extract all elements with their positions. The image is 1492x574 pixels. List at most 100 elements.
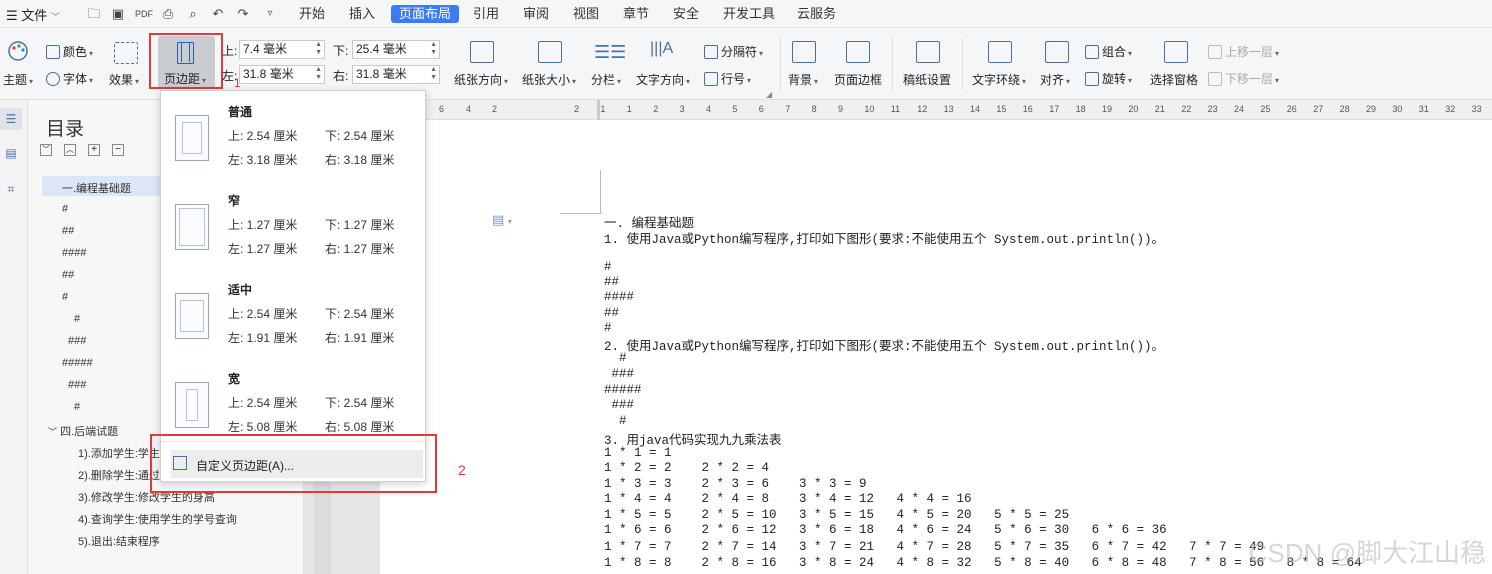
- theme-button[interactable]: 主题 ▾: [3, 71, 33, 88]
- ruler-number: 17: [1049, 104, 1060, 114]
- spinner-icon[interactable]: ▲ ▼: [430, 66, 437, 82]
- breaks-button[interactable]: 分隔符 ▾: [704, 43, 763, 60]
- colors-button[interactable]: 颜色 ▾: [46, 43, 93, 60]
- toc-item[interactable]: #: [62, 203, 68, 215]
- toc-item[interactable]: #####: [62, 357, 93, 369]
- align-button[interactable]: 对齐 ▾: [1040, 71, 1070, 88]
- add-item-icon[interactable]: +: [88, 144, 100, 156]
- bottom-margin-field[interactable]: 25.4 毫米 ▲ ▼: [352, 40, 440, 59]
- paper-size-button[interactable]: 纸张大小 ▾: [522, 71, 576, 88]
- tab-page-layout[interactable]: 页面布局: [391, 5, 460, 23]
- paper-size-icon: [538, 41, 562, 63]
- paragraph-icon[interactable]: ▤ ▾: [492, 212, 512, 228]
- toc-item[interactable]: 2).删除学生:通过: [78, 467, 160, 483]
- toc-item[interactable]: ###: [68, 335, 86, 347]
- margin-preset-1[interactable]: 窄上: 1.27 厘米 下: 1.27 厘米 左: 1.27 厘米 右: 1.27 厘…: [161, 188, 425, 278]
- document-page[interactable]: ▤ ▾ 一. 编程基础题 1. 使用Java或Python编写程序,打印如下图形(…: [380, 120, 1492, 574]
- text-wrap-button[interactable]: 文字环绕 ▾: [972, 71, 1026, 88]
- ruler-number: 24: [1234, 104, 1245, 114]
- columns-button[interactable]: 分栏 ▾: [591, 71, 621, 88]
- tab-chapter[interactable]: 章节: [615, 5, 657, 23]
- ruler-number: 6: [758, 104, 764, 114]
- tab-developer[interactable]: 开发工具: [715, 5, 783, 23]
- document-line: ##: [604, 306, 620, 320]
- grid-paper-button[interactable]: 稿纸设置: [903, 71, 951, 88]
- page-border-button[interactable]: 页面边框: [834, 71, 882, 88]
- right-margin-field[interactable]: 31.8 毫米 ▲ ▼: [352, 65, 440, 84]
- toc-item[interactable]: #: [62, 291, 68, 303]
- toc-item[interactable]: #: [74, 313, 80, 325]
- toc-item[interactable]: 1).添加学生:学生: [78, 445, 160, 461]
- left-margin-field[interactable]: 31.8 毫米 ▲ ▼: [239, 65, 325, 84]
- undo-icon[interactable]: ↶: [210, 6, 226, 22]
- fonts-button[interactable]: 字体 ▾: [46, 70, 93, 87]
- preset-left-value: 左: 1.91 厘米: [228, 331, 298, 345]
- preset-name: 窄: [228, 194, 241, 208]
- ruler-number: 12: [917, 104, 928, 114]
- preset-right-value: 右: 1.27 厘米: [325, 242, 395, 256]
- text-direction-button[interactable]: 文字方向 ▾: [636, 71, 690, 88]
- group-button[interactable]: 组合 ▾: [1085, 43, 1132, 60]
- tab-review[interactable]: 审阅: [515, 5, 557, 23]
- document-line: 1 * 3 = 3 2 * 3 = 6 3 * 3 = 9: [604, 477, 867, 491]
- page-thumbnail-icon: [175, 382, 209, 428]
- fonts-icon: [46, 72, 60, 86]
- toc-item[interactable]: ###: [68, 379, 86, 391]
- print-icon[interactable]: ⎙: [160, 6, 176, 22]
- tab-references[interactable]: 引用: [465, 5, 507, 23]
- tab-insert[interactable]: 插入: [341, 5, 383, 23]
- save-icon[interactable]: ▣: [110, 6, 126, 22]
- margin-preset-0[interactable]: 普通 上: 2.54 厘米 下: 2.54 厘米 左: 3.18 厘米 右: 3.18 …: [161, 99, 425, 189]
- ruler-number: 31: [1418, 104, 1429, 114]
- expand-all-icon[interactable]: ﹀: [40, 144, 52, 156]
- margins-dropdown: 普通 上: 2.54 厘米 下: 2.54 厘米 左: 3.18 厘米 右: 3.18 …: [160, 90, 426, 482]
- preset-right-value: 右: 3.18 厘米: [325, 153, 395, 167]
- bookmark-icon[interactable]: ⌗: [2, 182, 20, 197]
- toc-item-expandable[interactable]: ﹀ 四.后端试题: [48, 423, 118, 439]
- selection-pane-button[interactable]: 选择窗格: [1150, 71, 1198, 88]
- toc-item[interactable]: #: [74, 401, 80, 413]
- rotate-button[interactable]: 旋转 ▾: [1085, 70, 1132, 87]
- tab-cloud[interactable]: 云服务: [789, 5, 844, 23]
- redo-icon[interactable]: ↷: [235, 6, 251, 22]
- file-menu[interactable]: ☰ 文件 ﹀: [6, 5, 60, 24]
- page-thumbnail-icon: [175, 115, 209, 161]
- toc-item[interactable]: 4).查询学生:使用学生的学号查询: [78, 511, 237, 527]
- effects-button[interactable]: 效果 ▾: [109, 71, 139, 88]
- document-line: ###: [604, 398, 635, 412]
- outline-icon[interactable]: ▤: [2, 146, 20, 160]
- margin-preset-2[interactable]: 适中 上: 2.54 厘米 下: 2.54 厘米 左: 1.91 厘米 右: 1.91 …: [161, 277, 425, 367]
- spinner-icon[interactable]: ▲ ▼: [315, 66, 322, 82]
- spinner-icon[interactable]: ▲ ▼: [430, 41, 437, 57]
- fonts-label: 字体: [63, 72, 88, 86]
- customize-dropdown-icon[interactable]: ▿: [262, 6, 278, 22]
- remove-item-icon[interactable]: −: [112, 144, 124, 156]
- toc-item[interactable]: ##: [62, 269, 74, 281]
- top-margin-field[interactable]: 7.4 毫米 ▲ ▼: [239, 40, 325, 59]
- toc-item[interactable]: 一.编程基础题: [62, 180, 131, 196]
- print-preview-icon[interactable]: ⌕: [185, 6, 201, 22]
- dialog-launcher-icon[interactable]: ◢: [766, 90, 772, 99]
- toc-view-icon[interactable]: ☰: [0, 108, 22, 130]
- horizontal-ruler[interactable]: 6 4 2 2 1 1 2 3 4 5 6 7 8 9 10 11 12 13 14 15 16 17 18 19 20 2…: [304, 100, 1492, 120]
- toc-item[interactable]: ####: [62, 247, 86, 259]
- document-line: #: [604, 414, 627, 428]
- watermark: CSDN @脚大江山稳: [1248, 538, 1486, 568]
- document-line: 1 * 7 = 7 2 * 7 = 14 3 * 7 = 21 4 * 7 = …: [604, 540, 1265, 554]
- collapse-all-icon[interactable]: ︿: [64, 144, 76, 156]
- pdf-icon[interactable]: PDF: [135, 6, 153, 22]
- spinner-icon[interactable]: ▲ ▼: [315, 41, 322, 57]
- bring-forward-button[interactable]: 上移一层 ▾: [1208, 43, 1279, 60]
- tab-home[interactable]: 开始: [291, 5, 333, 23]
- orientation-button[interactable]: 纸张方向 ▾: [454, 71, 508, 88]
- toc-item[interactable]: 5).退出:结束程序: [78, 533, 160, 549]
- bring-forward-label: 上移一层: [1225, 45, 1274, 59]
- tab-security[interactable]: 安全: [665, 5, 707, 23]
- toc-item[interactable]: ##: [62, 225, 74, 237]
- open-folder-icon[interactable]: 🗀: [86, 6, 102, 22]
- background-button[interactable]: 背景 ▾: [788, 71, 818, 88]
- send-backward-button[interactable]: 下移一层 ▾: [1208, 70, 1279, 87]
- ruler-number: 30: [1392, 104, 1403, 114]
- line-numbers-button[interactable]: 行号 ▾: [704, 70, 751, 87]
- tab-view[interactable]: 视图: [565, 5, 607, 23]
